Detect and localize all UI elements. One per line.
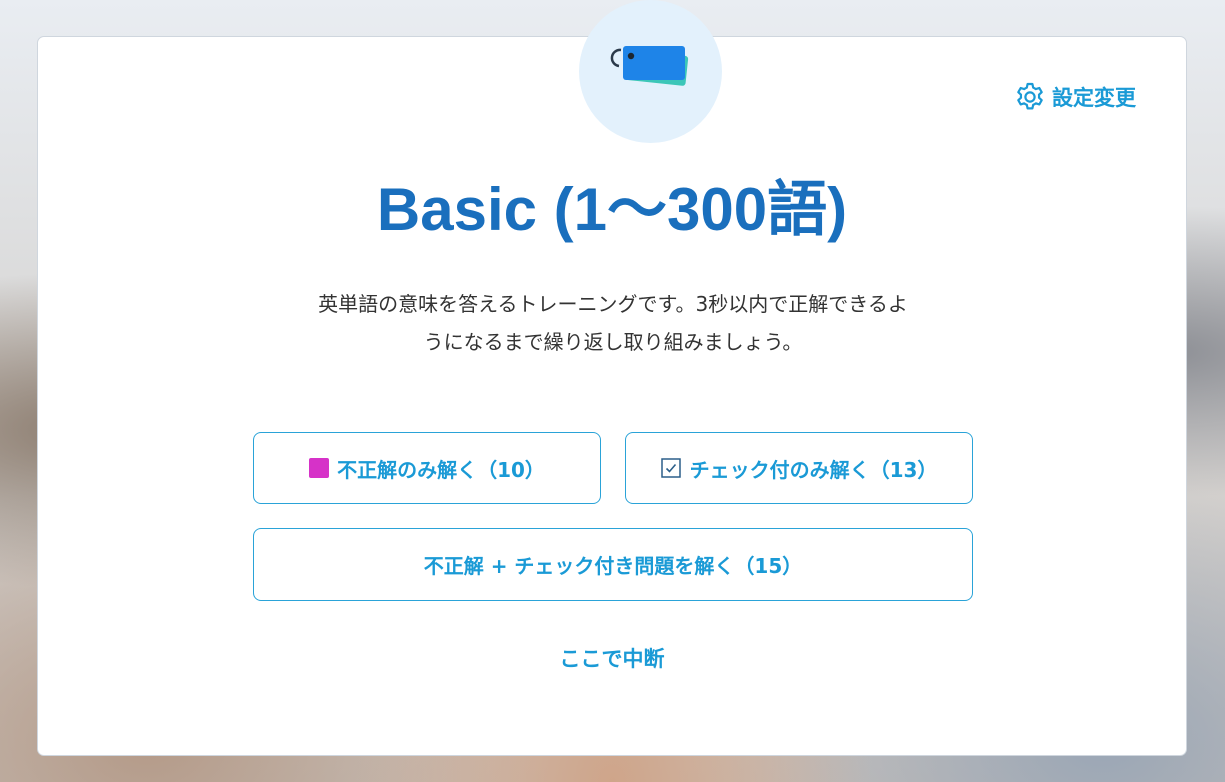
flashcards-icon: [610, 46, 689, 86]
solve-checked-only-label: チェック付のみ解く（13）: [689, 457, 938, 482]
training-card: 設定変更 Basic (1〜300語) 英単語の意味を答えるトレーニングです。3…: [37, 0, 1187, 756]
solve-wrong-and-checked-label: 不正解 + チェック付き問題を解く（15）: [423, 554, 803, 578]
settings-label: 設定変更: [1052, 86, 1136, 110]
quit-link[interactable]: ここで中断: [560, 647, 665, 671]
wrong-marker-icon: [309, 458, 330, 478]
solve-wrong-and-checked-button[interactable]: 不正解 + チェック付き問題を解く（15）: [253, 528, 973, 601]
description-line-1: 英単語の意味を答えるトレーニングです。3秒以内で正解できるよ: [318, 292, 908, 316]
gear-icon: [1017, 82, 1043, 110]
solve-checked-only-button[interactable]: チェック付のみ解く（13）: [625, 432, 973, 504]
settings-button[interactable]: 設定変更: [1014, 81, 1136, 113]
deck-badge: [579, 0, 722, 143]
page-title: Basic (1〜300語): [376, 176, 848, 243]
quit-container: ここで中断: [38, 643, 1186, 673]
description-line-2: うになるまで繰り返し取り組みましょう。: [423, 330, 803, 354]
checkbox-icon: [660, 458, 681, 478]
solve-wrong-only-label: 不正解のみ解く（10）: [337, 457, 545, 482]
solve-wrong-only-button[interactable]: 不正解のみ解く（10）: [253, 432, 601, 504]
description: 英単語の意味を答えるトレーニングです。3秒以内で正解できるよ うになるまで繰り返…: [238, 285, 988, 361]
